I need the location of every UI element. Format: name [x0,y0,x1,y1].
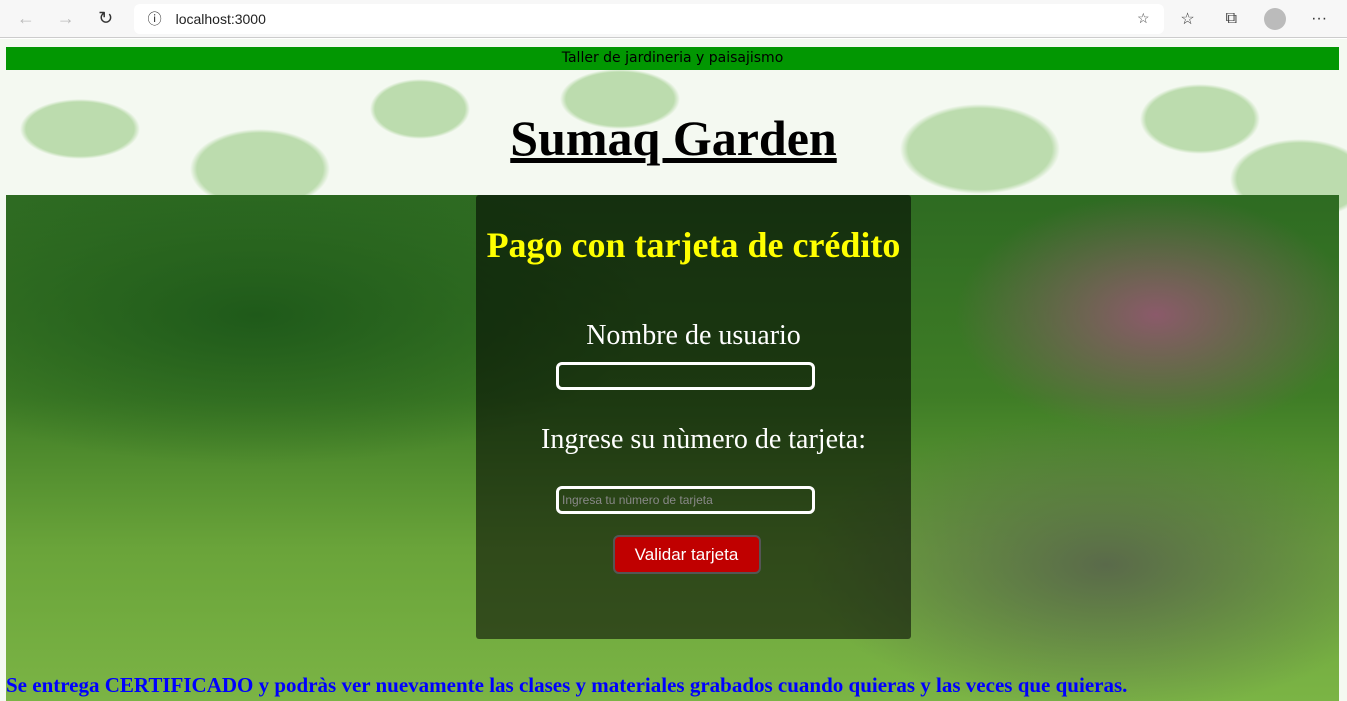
profile-avatar[interactable] [1264,7,1287,30]
top-banner: Taller de jardineria y paisajismo [6,47,1339,70]
username-input[interactable] [556,362,815,390]
username-label: Nombre de usuario [586,320,801,351]
payment-form: Pago con tarjeta de crédito Nombre de us… [476,195,911,639]
form-title: Pago con tarjeta de crédito [486,225,901,265]
forward-icon[interactable]: → [48,4,84,34]
card-number-label: Ingrese su nùmero de tarjeta: [541,424,866,455]
back-icon[interactable]: ← [8,4,44,34]
page: Taller de jardineria y paisajismo Sumaq … [0,39,1347,701]
browser-toolbar: ← → ↻ ⓘ localhost:3000 ☆ ☆ ⧉ ··· [0,0,1347,38]
favorite-add-icon[interactable]: ☆ [1137,10,1150,27]
more-icon[interactable]: ··· [1299,10,1339,28]
favorites-icon[interactable]: ☆ [1168,9,1208,29]
footer-note: Se entrega CERTIFICADO y podràs ver nuev… [6,673,1128,697]
address-bar[interactable]: ⓘ localhost:3000 ☆ [133,3,1164,34]
url-text: localhost:3000 [175,10,266,27]
info-icon[interactable]: ⓘ [148,9,162,29]
collections-icon[interactable]: ⧉ [1211,10,1251,28]
reload-icon[interactable]: ↻ [88,4,124,34]
site-title: Sumaq Garden [510,110,837,166]
validate-card-button[interactable]: Validar tarjeta [612,535,761,574]
card-number-input[interactable] [556,486,815,514]
